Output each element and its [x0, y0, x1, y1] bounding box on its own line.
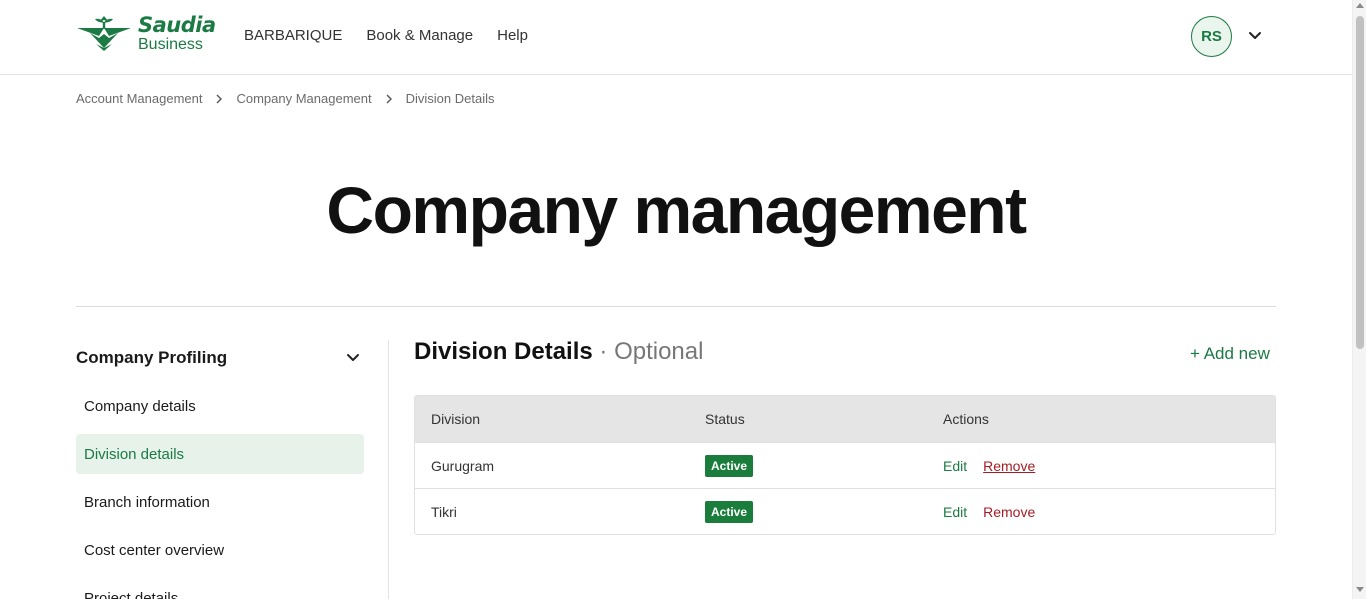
- scroll-thumb[interactable]: [1356, 16, 1364, 349]
- status-badge: Active: [705, 454, 754, 477]
- nav-item-help[interactable]: Help: [497, 27, 528, 44]
- top-header: Saudia Business BARBARIQUE Book & Manage…: [0, 0, 1352, 75]
- sidebar-item-division-details[interactable]: Division details: [76, 434, 364, 474]
- section-title-optional: · Optional: [592, 338, 704, 365]
- edit-link[interactable]: Edit: [943, 504, 967, 520]
- sidebar-item-company-details[interactable]: Company details: [76, 386, 364, 426]
- sidebar-heading: Company Profiling: [76, 348, 228, 367]
- chevron-right-icon: [386, 94, 392, 103]
- user-avatar[interactable]: RS: [1191, 16, 1232, 57]
- remove-link[interactable]: Remove: [983, 458, 1035, 474]
- brand-name: Saudia: [138, 13, 216, 37]
- column-header-division: Division: [431, 411, 481, 427]
- sidebar-item-project-details[interactable]: Project details: [76, 578, 364, 599]
- add-new-button[interactable]: + Add new: [1190, 344, 1270, 364]
- table-row: Tikri Active Edit Remove: [415, 488, 1275, 534]
- scroll-up-arrow-icon[interactable]: [1356, 3, 1364, 8]
- division-table: Division Status Actions Gurugram Active …: [414, 395, 1276, 535]
- remove-link[interactable]: Remove: [983, 504, 1035, 520]
- brand-sub: Business: [138, 36, 203, 53]
- chevron-right-icon: [216, 94, 223, 103]
- vertical-scrollbar[interactable]: [1352, 0, 1366, 599]
- status-badge: Active: [705, 500, 754, 523]
- main-nav: BARBARIQUE Book & Manage Help: [244, 27, 528, 44]
- column-header-actions: Actions: [943, 411, 989, 427]
- section-title-main: Division Details: [414, 338, 593, 365]
- nav-item-book-manage[interactable]: Book & Manage: [366, 27, 473, 44]
- scroll-down-arrow-icon[interactable]: [1356, 587, 1364, 592]
- breadcrumb-account-management[interactable]: Account Management: [76, 91, 202, 106]
- nav-item-barbarique[interactable]: BARBARIQUE: [244, 27, 342, 44]
- chevron-down-icon[interactable]: [1248, 30, 1262, 42]
- division-name: Gurugram: [431, 457, 495, 474]
- breadcrumb-company-management[interactable]: Company Management: [236, 91, 371, 106]
- table-header: Division Status Actions: [415, 396, 1275, 442]
- sidebar-menu: Company details Division details Branch …: [76, 386, 364, 599]
- sidebar-item-branch-information[interactable]: Branch information: [76, 482, 364, 522]
- edit-link[interactable]: Edit: [943, 458, 967, 474]
- saudia-business-logo[interactable]: Saudia Business: [76, 14, 216, 54]
- table-row: Gurugram Active Edit Remove: [415, 442, 1275, 488]
- section-title: Division Details · Optional: [414, 338, 703, 366]
- sidebar-divider: [388, 340, 389, 599]
- breadcrumb-division-details: Division Details: [405, 91, 495, 106]
- column-header-status: Status: [705, 411, 745, 427]
- chevron-down-icon: [347, 354, 359, 361]
- division-name: Tikri: [431, 503, 457, 520]
- sidebar-section-toggle[interactable]: Company Profiling: [76, 348, 364, 368]
- sidebar-item-cost-center-overview[interactable]: Cost center overview: [76, 530, 364, 570]
- page-title: Company management: [326, 173, 1027, 247]
- breadcrumb: Account Management Company Management Di…: [76, 91, 494, 106]
- title-divider: [76, 306, 1276, 307]
- saudia-palm-logo-icon: [77, 16, 131, 51]
